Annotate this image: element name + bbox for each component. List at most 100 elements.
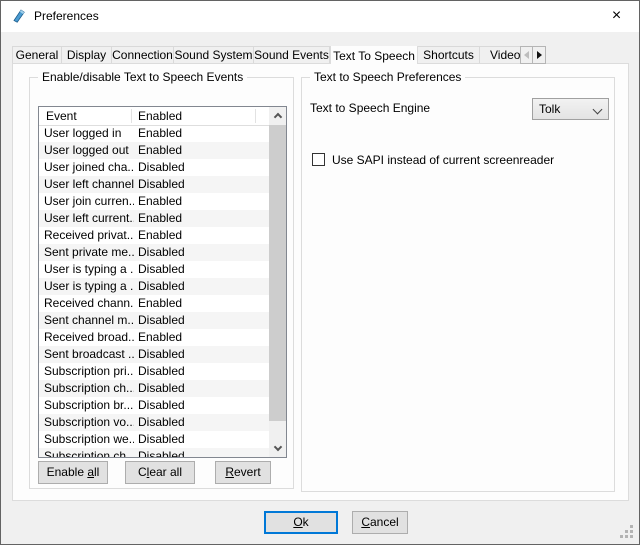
- ok-button[interactable]: Ok: [264, 511, 338, 534]
- revert-button[interactable]: Revert: [215, 461, 271, 484]
- event-cell: User logged in: [44, 125, 134, 142]
- close-button[interactable]: ×: [594, 1, 639, 32]
- tab[interactable]: Sound Events: [254, 46, 330, 64]
- tab-label: Text To Speech: [333, 49, 415, 63]
- event-cell: User is typing a ...: [44, 261, 134, 278]
- tab[interactable]: Connection: [112, 46, 174, 64]
- button-mnemonic: C: [361, 515, 370, 529]
- tts-engine-select[interactable]: Tolk: [532, 98, 609, 120]
- tts-engine-label: Text to Speech Engine: [310, 101, 430, 115]
- table-row[interactable]: User joined cha... Disabled: [39, 159, 269, 176]
- enabled-cell: Disabled: [138, 380, 185, 397]
- button-label: Enable: [47, 465, 88, 479]
- column-header-enabled[interactable]: Enabled: [138, 109, 182, 123]
- event-cell: Sent broadcast ...: [44, 346, 134, 363]
- table-row[interactable]: Subscription we... Disabled: [39, 431, 269, 448]
- button-label: ancel: [370, 515, 399, 529]
- event-cell: Received broad...: [44, 329, 134, 346]
- event-cell: User is typing a ...: [44, 278, 134, 295]
- tts-engine-value: Tolk: [539, 102, 560, 116]
- enabled-cell: Enabled: [138, 193, 182, 210]
- cancel-button[interactable]: Cancel: [352, 511, 408, 534]
- sapi-checkbox[interactable]: [312, 153, 325, 166]
- tab[interactable]: General: [12, 46, 62, 64]
- enabled-cell: Enabled: [138, 210, 182, 227]
- table-row[interactable]: User logged in Enabled: [39, 125, 269, 142]
- tab-scroll-left-button[interactable]: [520, 46, 533, 64]
- event-cell: Sent private me...: [44, 244, 134, 261]
- enabled-cell: Enabled: [138, 227, 182, 244]
- clear-all-button[interactable]: Clear all: [125, 461, 195, 484]
- enabled-cell: Disabled: [138, 244, 185, 261]
- table-row[interactable]: User is typing a ... Disabled: [39, 278, 269, 295]
- tab-scroller: [520, 46, 547, 64]
- table-row[interactable]: Subscription ch... Disabled: [39, 448, 269, 457]
- column-divider[interactable]: [255, 109, 256, 123]
- event-cell: User left current...: [44, 210, 134, 227]
- enabled-cell: Enabled: [138, 329, 182, 346]
- button-label: ll: [94, 465, 99, 479]
- enable-all-button[interactable]: Enable all: [38, 461, 108, 484]
- table-row[interactable]: Received chann... Enabled: [39, 295, 269, 312]
- table-row[interactable]: Sent channel m... Disabled: [39, 312, 269, 329]
- app-icon: [11, 8, 27, 24]
- tab[interactable]: Shortcuts: [418, 46, 480, 64]
- button-label: ear all: [149, 465, 182, 479]
- enabled-cell: Disabled: [138, 346, 185, 363]
- table-row[interactable]: User left channel Disabled: [39, 176, 269, 193]
- enabled-cell: Disabled: [138, 448, 185, 457]
- tab-scroll-right-button[interactable]: [533, 46, 546, 64]
- event-cell: Received privat...: [44, 227, 134, 244]
- tts-events-list[interactable]: Event Enabled User logged in Enabled U: [38, 106, 287, 458]
- tab[interactable]: Text To Speech: [330, 46, 418, 64]
- column-header-event[interactable]: Event: [46, 109, 77, 123]
- table-row[interactable]: Subscription pri... Disabled: [39, 363, 269, 380]
- button-mnemonic: a: [87, 465, 94, 479]
- title-bar: Preferences ×: [1, 1, 639, 32]
- table-row[interactable]: Subscription ch... Disabled: [39, 380, 269, 397]
- event-cell: User logged out: [44, 142, 134, 159]
- table-row[interactable]: User is typing a ... Disabled: [39, 261, 269, 278]
- table-row[interactable]: Received privat... Enabled: [39, 227, 269, 244]
- tab[interactable]: Sound System: [174, 46, 254, 64]
- event-cell: User joined cha...: [44, 159, 134, 176]
- scroll-down-button[interactable]: [269, 440, 286, 457]
- event-cell: Subscription ch...: [44, 448, 134, 457]
- vertical-scrollbar[interactable]: [269, 107, 286, 457]
- tab-label: Connection: [112, 48, 173, 62]
- scrollbar-thumb[interactable]: [269, 125, 286, 421]
- chevron-down-icon: [273, 443, 281, 451]
- tab-label: Shortcuts: [423, 48, 474, 62]
- table-row[interactable]: Received broad... Enabled: [39, 329, 269, 346]
- tab-label: General: [16, 48, 59, 62]
- table-row[interactable]: Sent private me... Disabled: [39, 244, 269, 261]
- window-title: Preferences: [34, 9, 99, 23]
- tts-events-group: Enable/disable Text to Speech Events Eve…: [29, 77, 294, 489]
- list-header[interactable]: Event Enabled: [39, 107, 269, 126]
- table-row[interactable]: Sent broadcast ... Disabled: [39, 346, 269, 363]
- enabled-cell: Disabled: [138, 414, 185, 431]
- column-divider[interactable]: [131, 109, 132, 123]
- enabled-cell: Disabled: [138, 159, 185, 176]
- button-mnemonic: O: [293, 515, 302, 529]
- event-cell: Subscription ch...: [44, 380, 134, 397]
- tab-page-text-to-speech: Enable/disable Text to Speech Events Eve…: [12, 63, 629, 501]
- table-row[interactable]: User logged out Enabled: [39, 142, 269, 159]
- tab-scroll-left-icon: [524, 51, 529, 59]
- event-cell: User left channel: [44, 176, 134, 193]
- table-row[interactable]: Subscription vo... Disabled: [39, 414, 269, 431]
- scroll-up-button[interactable]: [269, 107, 286, 124]
- enabled-cell: Enabled: [138, 295, 182, 312]
- enabled-cell: Enabled: [138, 125, 182, 142]
- table-row[interactable]: User join curren... Enabled: [39, 193, 269, 210]
- enabled-cell: Disabled: [138, 363, 185, 380]
- tab[interactable]: Display: [62, 46, 112, 64]
- enabled-cell: Enabled: [138, 142, 182, 159]
- resize-grip[interactable]: [630, 525, 633, 528]
- event-cell: Subscription we...: [44, 431, 134, 448]
- table-row[interactable]: Subscription br... Disabled: [39, 397, 269, 414]
- event-cell: Sent channel m...: [44, 312, 134, 329]
- chevron-down-icon: [593, 105, 603, 115]
- table-row[interactable]: User left current... Enabled: [39, 210, 269, 227]
- preferences-dialog: Preferences × General Display Connection…: [0, 0, 640, 545]
